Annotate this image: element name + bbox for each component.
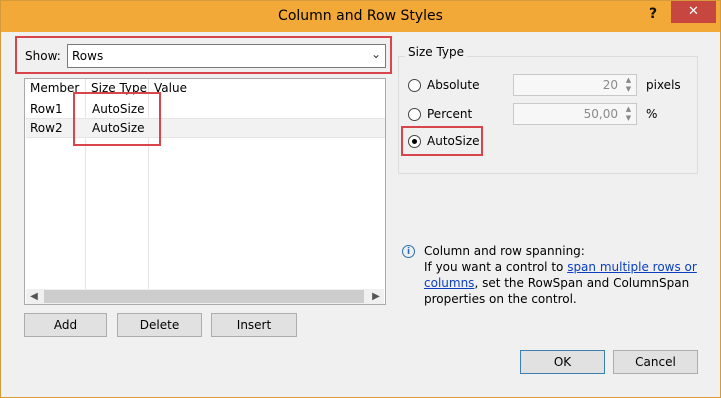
percent-label[interactable]: Percent <box>427 107 472 121</box>
info-body: If you want a control to span multiple r… <box>424 259 704 307</box>
delete-button[interactable]: Delete <box>117 313 202 337</box>
cancel-button[interactable]: Cancel <box>613 350 698 374</box>
size-type-title: Size Type <box>405 45 468 59</box>
title-bar[interactable]: Column and Row Styles ? ✕ <box>1 1 720 32</box>
help-button[interactable]: ? <box>641 4 665 24</box>
spin-up-icon[interactable]: ▲ <box>622 105 635 114</box>
spanning-info: Column and row spanning: If you want a c… <box>424 243 704 307</box>
show-dropdown-value: Rows <box>72 49 104 63</box>
absolute-radio[interactable] <box>408 79 421 92</box>
spin-down-icon[interactable]: ▼ <box>622 85 635 94</box>
close-icon: ✕ <box>688 4 699 19</box>
cell-member: Row2 <box>30 121 63 135</box>
absolute-label[interactable]: Absolute <box>427 78 479 92</box>
close-button[interactable]: ✕ <box>671 1 716 23</box>
add-button[interactable]: Add <box>24 313 107 337</box>
horizontal-scrollbar[interactable]: ◀ ▶ <box>26 289 384 304</box>
chevron-down-icon: ⌄ <box>370 47 381 61</box>
percent-unit: % <box>646 107 658 121</box>
absolute-unit: pixels <box>646 78 681 92</box>
scrollbar-thumb[interactable] <box>44 290 364 303</box>
info-icon: i <box>402 245 415 258</box>
size-type-highlight <box>73 92 161 146</box>
show-label: Show: <box>25 49 61 63</box>
window-title: Column and Row Styles <box>278 8 443 24</box>
autosize-label[interactable]: AutoSize <box>427 134 480 148</box>
insert-button[interactable]: Insert <box>211 313 297 337</box>
info-text-before: If you want a control to <box>424 260 568 274</box>
percent-radio[interactable] <box>408 108 421 121</box>
spin-down-icon[interactable]: ▼ <box>622 114 635 123</box>
ok-button[interactable]: OK <box>520 350 605 374</box>
scroll-right-icon[interactable]: ▶ <box>368 289 384 304</box>
show-dropdown[interactable]: Rows ⌄ <box>67 44 386 68</box>
header-member[interactable]: Member <box>30 81 79 98</box>
cell-member: Row1 <box>30 102 63 116</box>
percent-value-field[interactable]: 50,00 ▲ ▼ <box>513 103 637 125</box>
spin-up-icon[interactable]: ▲ <box>622 76 635 85</box>
autosize-radio[interactable] <box>408 135 421 148</box>
absolute-value: 20 <box>602 78 618 92</box>
info-heading: Column and row spanning: <box>424 244 585 258</box>
scroll-left-icon[interactable]: ◀ <box>26 289 42 304</box>
percent-value: 50,00 <box>583 107 618 121</box>
absolute-value-field[interactable]: 20 ▲ ▼ <box>513 74 637 96</box>
